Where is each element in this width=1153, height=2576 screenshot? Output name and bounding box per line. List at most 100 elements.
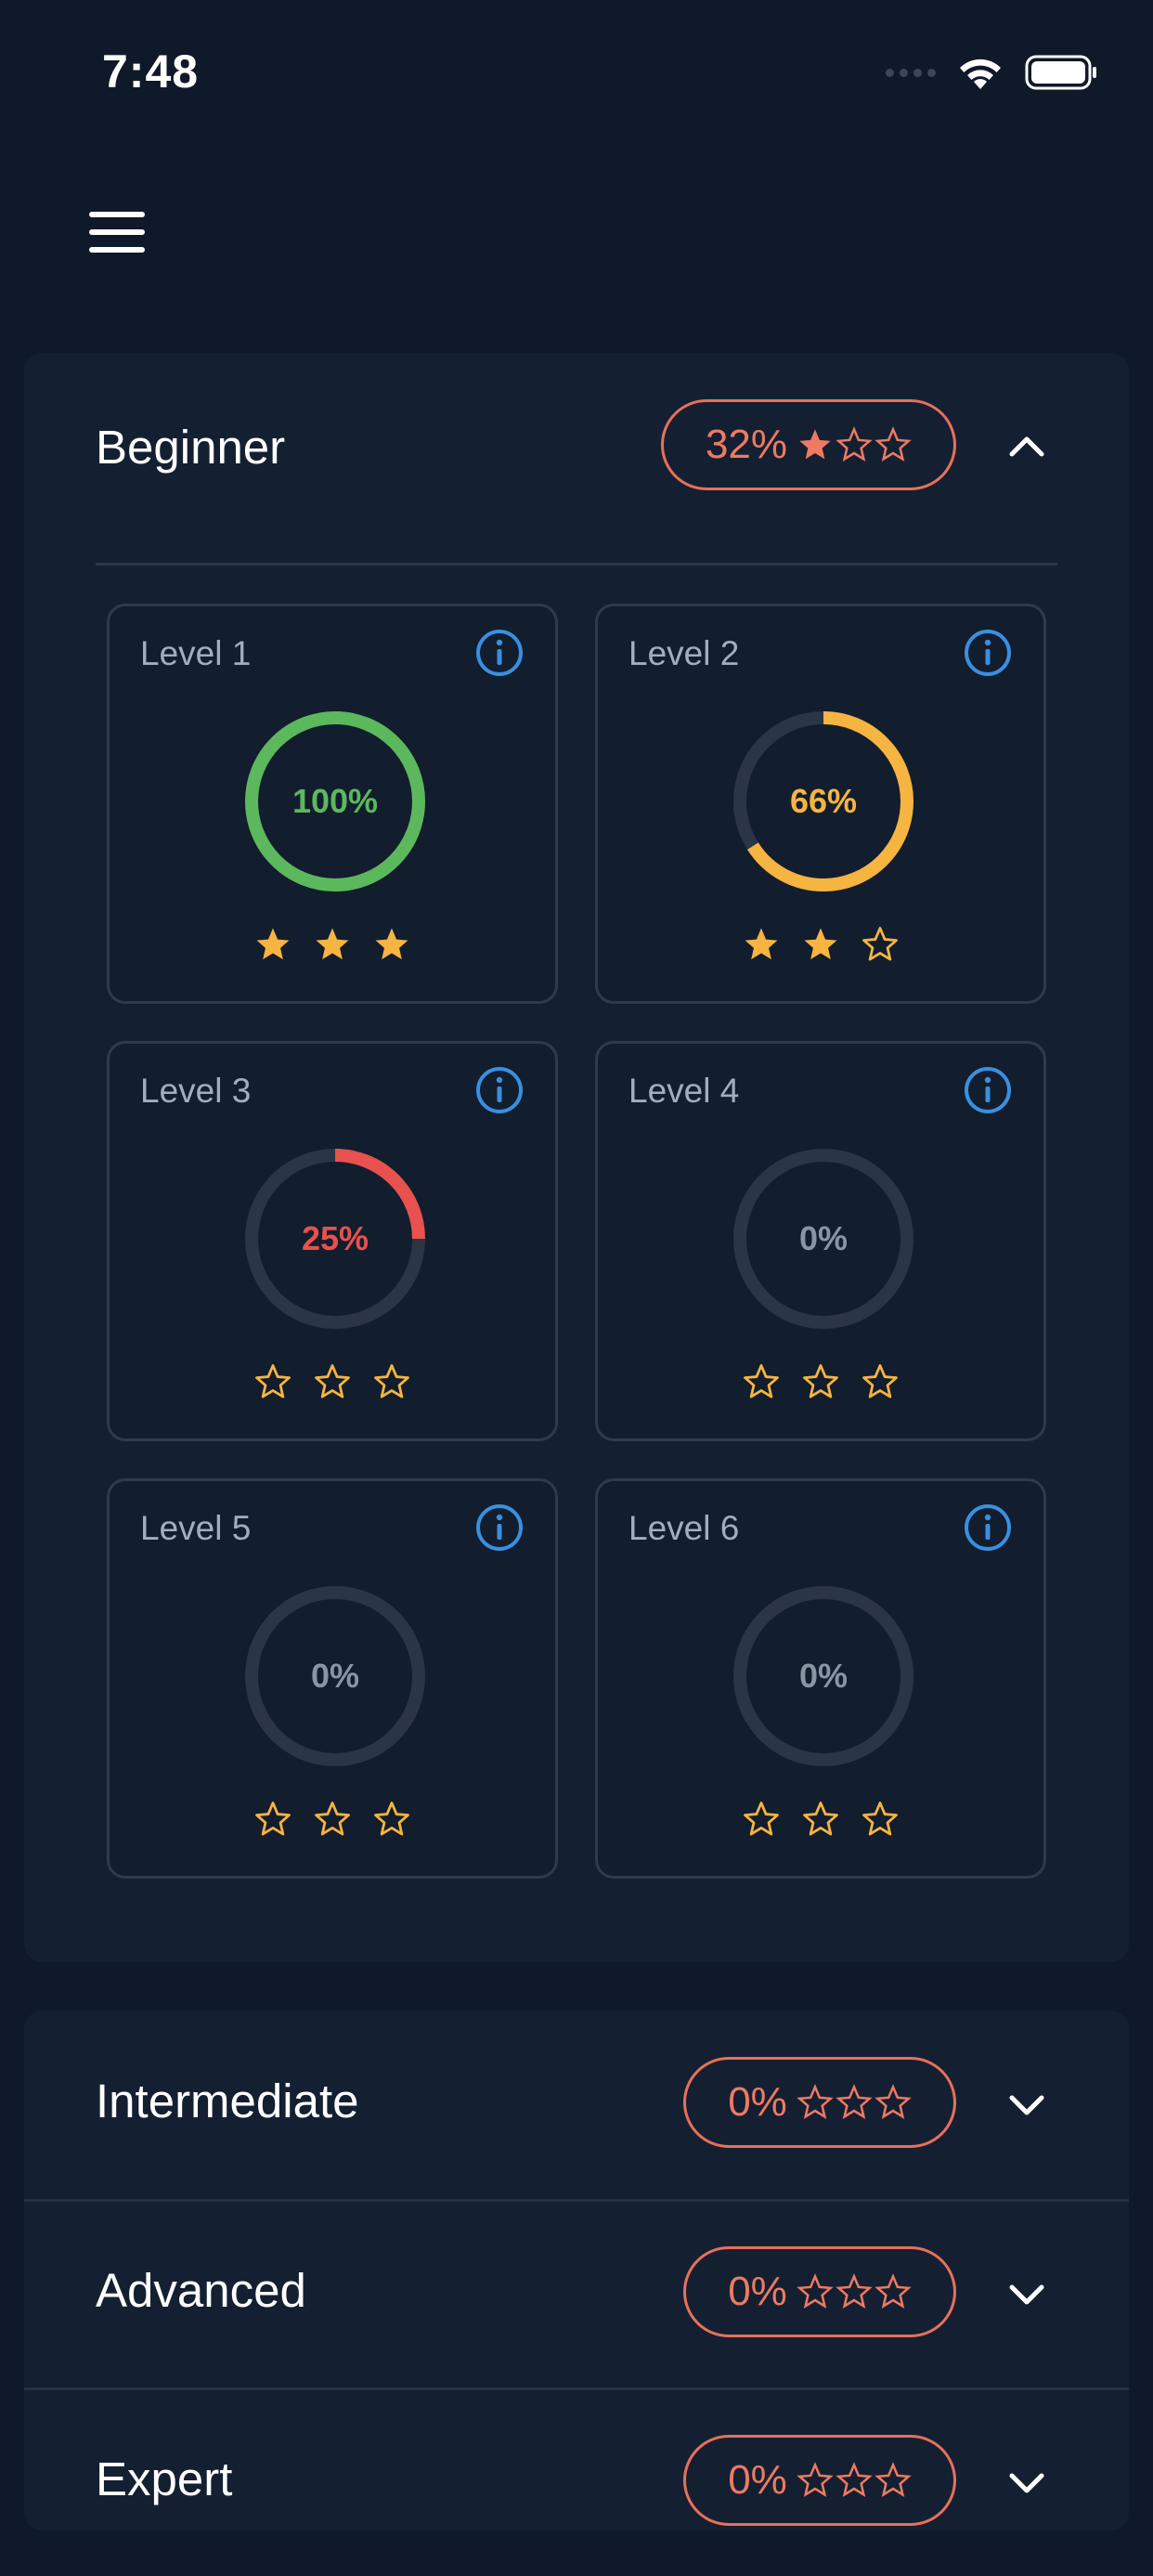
- level-label: Level 4: [628, 1072, 740, 1110]
- battery-icon: [1025, 55, 1096, 90]
- info-icon[interactable]: [963, 1503, 1013, 1553]
- chevron-down-icon[interactable]: [1006, 2280, 1047, 2308]
- progress-percent: 0%: [798, 1219, 849, 1257]
- level-stars: [110, 925, 555, 964]
- beginner-section-card: Beginner 32% Level 1 100% Level 2 66% Level …: [24, 353, 1129, 1962]
- level-tile[interactable]: Level 2 66%: [595, 604, 1046, 1004]
- star-outline-icon: [874, 2462, 912, 2497]
- star-outline-icon: [315, 1364, 350, 1399]
- info-icon[interactable]: [474, 1503, 525, 1553]
- level-tile[interactable]: Level 4 0%: [595, 1041, 1046, 1441]
- progress-percent: 0%: [310, 1657, 360, 1695]
- star-outline-icon: [797, 2462, 834, 2497]
- chevron-down-icon[interactable]: [1006, 2468, 1047, 2496]
- level-tile[interactable]: Level 6 0%: [595, 1478, 1046, 1879]
- beginner-section-header[interactable]: Beginner 32%: [24, 353, 1129, 539]
- level-label: Level 6: [628, 1509, 740, 1547]
- score-badge: 0%: [683, 2435, 956, 2526]
- star-outline-icon: [862, 1364, 898, 1399]
- level-stars: [598, 925, 1043, 964]
- star-outline-icon: [374, 1802, 409, 1836]
- score-percent: 0%: [728, 2269, 787, 2314]
- progress-percent: 25%: [301, 1219, 369, 1257]
- progress-ring: 0%: [242, 1583, 428, 1769]
- section-title: Intermediate: [96, 2075, 359, 2127]
- status-time: 7:48: [102, 46, 200, 98]
- progress-ring: 25%: [242, 1146, 428, 1332]
- info-icon[interactable]: [474, 1065, 525, 1115]
- star-outline-icon: [836, 2084, 873, 2119]
- level-label: Level 5: [140, 1509, 252, 1547]
- chevron-up-icon[interactable]: [1006, 432, 1047, 460]
- star-outline-icon: [744, 1802, 779, 1836]
- section-divider: [96, 563, 1057, 566]
- star-outline-icon: [862, 927, 898, 961]
- section-title: Advanced: [96, 2264, 306, 2317]
- level-tile[interactable]: Level 3 25%: [107, 1041, 558, 1441]
- chevron-down-icon[interactable]: [1006, 2090, 1047, 2118]
- status-bar: 7:48: [0, 0, 1153, 139]
- star-outline-icon: [744, 1364, 779, 1399]
- score-stars: [797, 2462, 912, 2499]
- hamburger-menu-icon[interactable]: [89, 212, 147, 254]
- level-label: Level 2: [628, 634, 740, 672]
- advanced-section-header[interactable]: Advanced 0%: [24, 2202, 1129, 2387]
- star-outline-icon: [862, 1802, 898, 1836]
- level-stars: [110, 1362, 555, 1401]
- star-filled-icon: [799, 429, 831, 460]
- score-badge: 0%: [683, 2246, 956, 2337]
- score-stars: [797, 2273, 912, 2310]
- score-percent: 0%: [728, 2457, 787, 2503]
- star-filled-icon: [375, 928, 408, 960]
- progress-percent: 100%: [291, 782, 379, 820]
- star-filled-icon: [256, 928, 290, 960]
- star-outline-icon: [874, 426, 912, 462]
- level-stars: [598, 1362, 1043, 1401]
- star-outline-icon: [836, 2273, 873, 2309]
- star-outline-icon: [836, 426, 873, 462]
- collapsed-sections-card: Intermediate 0% Advanced 0% Expert 0%: [24, 2010, 1129, 2530]
- star-outline-icon: [797, 2084, 834, 2119]
- star-filled-icon: [745, 928, 778, 960]
- star-outline-icon: [836, 2462, 873, 2497]
- progress-ring: 66%: [731, 709, 916, 894]
- star-outline-icon: [797, 2273, 834, 2309]
- section-title: Beginner: [96, 421, 286, 474]
- score-percent: 0%: [728, 2079, 787, 2125]
- progress-ring: 0%: [731, 1146, 916, 1332]
- star-outline-icon: [255, 1802, 291, 1836]
- star-outline-icon: [315, 1802, 350, 1836]
- star-outline-icon: [874, 2084, 912, 2119]
- status-icons: [886, 54, 1099, 91]
- star-outline-icon: [874, 2273, 912, 2309]
- level-stars: [598, 1800, 1043, 1839]
- score-percent: 32%: [705, 422, 788, 467]
- star-outline-icon: [803, 1364, 838, 1399]
- progress-ring: 0%: [731, 1583, 916, 1769]
- score-stars: [797, 426, 912, 463]
- level-label: Level 1: [140, 634, 252, 672]
- progress-percent: 0%: [798, 1657, 849, 1695]
- cellular-signal-icon: [886, 68, 936, 77]
- level-label: Level 3: [140, 1072, 252, 1110]
- intermediate-section-header[interactable]: Intermediate 0%: [24, 2010, 1129, 2196]
- info-icon[interactable]: [963, 1065, 1013, 1115]
- level-tile[interactable]: Level 5 0%: [107, 1478, 558, 1879]
- section-title: Expert: [96, 2452, 233, 2505]
- score-badge: 0%: [683, 2057, 956, 2148]
- progress-ring: 100%: [242, 709, 428, 894]
- expert-section-header[interactable]: Expert 0%: [24, 2390, 1129, 2576]
- level-tile[interactable]: Level 1 100%: [107, 604, 558, 1004]
- star-outline-icon: [255, 1364, 291, 1399]
- star-outline-icon: [374, 1364, 409, 1399]
- wifi-icon: [960, 59, 1001, 89]
- star-filled-icon: [804, 928, 837, 960]
- progress-percent: 66%: [789, 782, 858, 820]
- star-filled-icon: [316, 928, 349, 960]
- star-outline-icon: [803, 1802, 838, 1836]
- score-stars: [797, 2084, 912, 2121]
- info-icon[interactable]: [474, 628, 525, 678]
- level-stars: [110, 1800, 555, 1839]
- score-badge: 32%: [661, 399, 956, 490]
- info-icon[interactable]: [963, 628, 1013, 678]
